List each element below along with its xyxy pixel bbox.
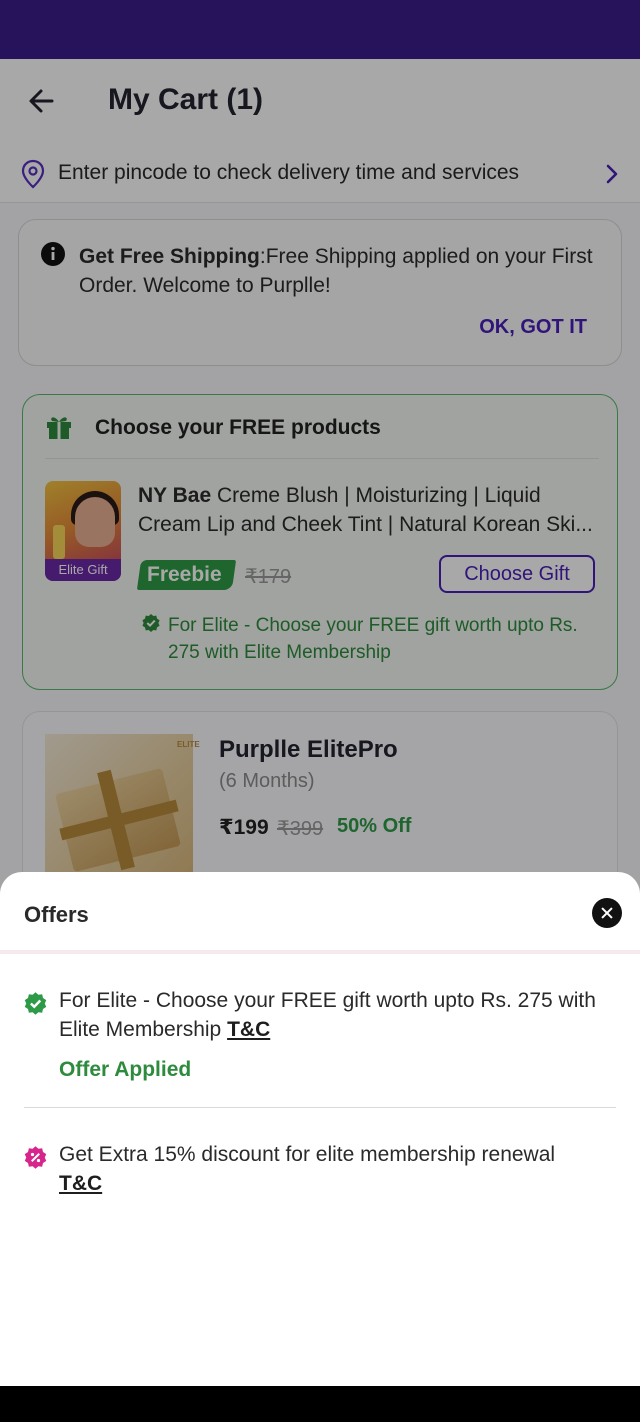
discount-badge-icon — [24, 1146, 47, 1169]
offer-description: For Elite - Choose your FREE gift worth … — [59, 989, 596, 1041]
offers-title: Offers — [24, 902, 89, 927]
divider — [0, 950, 640, 954]
offer-item: For Elite - Choose your FREE gift worth … — [59, 986, 619, 1044]
offer-applied-status: Offer Applied — [59, 1058, 192, 1081]
divider — [24, 1107, 616, 1108]
offer-item: Get Extra 15% discount for elite members… — [59, 1140, 619, 1198]
tc-link[interactable]: T&C — [227, 1018, 270, 1041]
close-button[interactable] — [592, 898, 622, 928]
verified-check-icon — [24, 992, 47, 1015]
tc-link[interactable]: T&C — [59, 1172, 102, 1195]
offer-description: Get Extra 15% discount for elite members… — [59, 1143, 556, 1166]
offers-bottom-sheet: Offers For Elite - Choose your FREE gift… — [0, 872, 640, 1386]
system-nav-bar — [0, 1386, 640, 1422]
